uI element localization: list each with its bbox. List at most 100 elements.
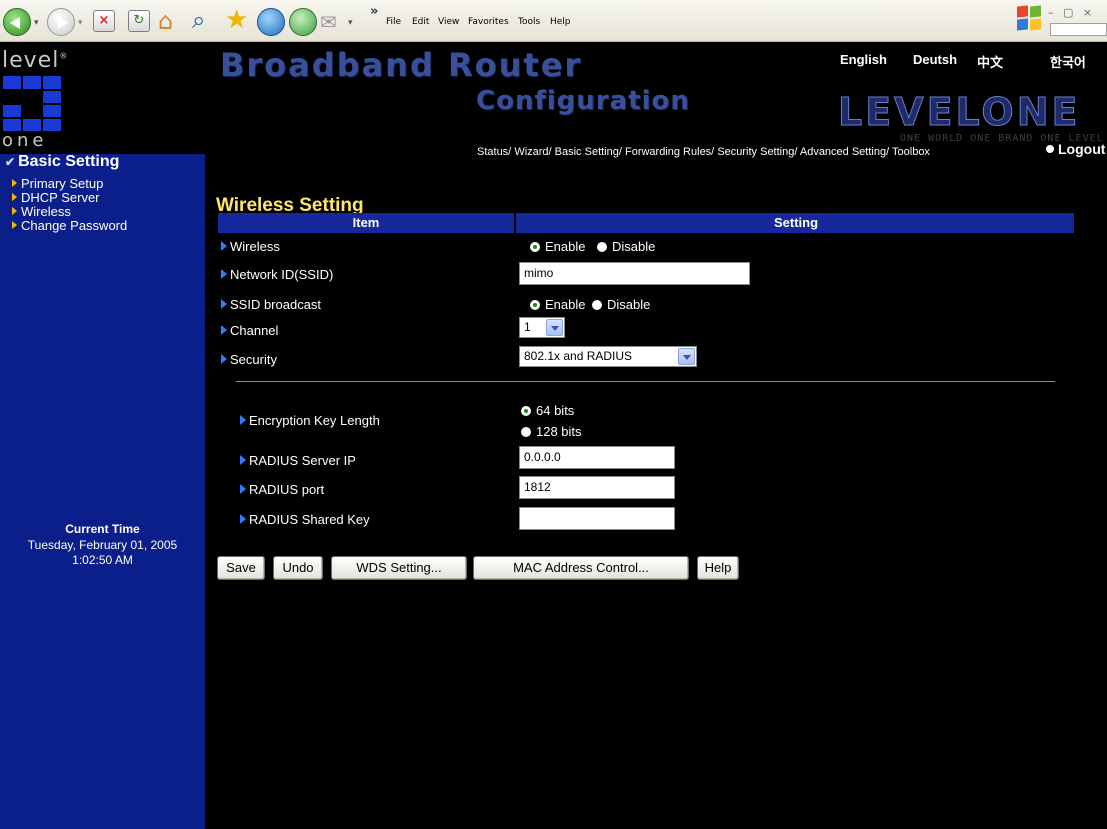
wireless-enable-radio[interactable]: Enable [530, 239, 585, 254]
radius-port-input[interactable]: 1812 [519, 476, 675, 499]
sidebar-item-dhcp-server[interactable]: DHCP Server [12, 191, 100, 204]
keylength-64-radio[interactable]: 64 bits [521, 403, 574, 418]
menu-file[interactable]: File [386, 17, 401, 27]
radio-selected-icon[interactable] [521, 406, 531, 416]
row-label-radius-key: RADIUS Shared Key [240, 512, 370, 527]
section-divider [236, 381, 1055, 382]
row-arrow-icon [221, 325, 227, 335]
chevron-down-icon[interactable] [678, 348, 695, 365]
menu-help[interactable]: Help [550, 17, 571, 27]
check-icon: ✔ [5, 155, 16, 169]
history-icon[interactable] [289, 8, 317, 36]
row-label-radius-port: RADIUS port [240, 482, 324, 497]
lang-english[interactable]: English [840, 52, 887, 67]
nav-status[interactable]: Status/ [477, 146, 511, 158]
toolbar-field[interactable] [1050, 23, 1107, 36]
back-arrow-icon[interactable] [3, 8, 31, 36]
undo-button[interactable]: Undo [273, 556, 323, 580]
channel-select[interactable]: 1 [519, 317, 565, 338]
row-label-channel: Channel [221, 323, 278, 338]
radio-icon[interactable] [521, 427, 531, 437]
current-date: Tuesday, February 01, 2005 [27, 538, 178, 552]
nav-toolbox[interactable]: Toolbox [892, 146, 930, 158]
back-dropdown-icon[interactable]: ▾ [34, 18, 39, 28]
row-arrow-icon [221, 269, 227, 279]
radio-selected-icon[interactable] [530, 242, 540, 252]
lang-korean[interactable]: 한국어 [1050, 52, 1086, 71]
search-icon[interactable]: ⌕ [192, 6, 205, 34]
row-label-radius-ip: RADIUS Server IP [240, 453, 356, 468]
column-header-item: Item [218, 213, 516, 233]
nav-forwarding-rules[interactable]: Forwarding Rules/ [625, 146, 714, 158]
logout-link[interactable]: Logout [1046, 141, 1105, 157]
media-icon[interactable] [257, 8, 285, 36]
triangle-bullet-icon [12, 207, 17, 215]
home-icon[interactable]: ⌂ [158, 7, 173, 35]
sidebar-item-wireless[interactable]: Wireless [12, 205, 71, 218]
nav-wizard[interactable]: Wizard/ [514, 146, 551, 158]
row-arrow-icon [221, 241, 227, 251]
menu-view[interactable]: View [438, 17, 459, 27]
lang-chinese[interactable]: 中文 [977, 52, 1003, 71]
current-time-label: Current Time [65, 522, 140, 536]
settings-table-header: Item Setting [218, 213, 1074, 233]
column-header-setting: Setting [773, 215, 819, 230]
favorites-star-icon[interactable]: ★ [225, 5, 248, 35]
lang-deutsh[interactable]: Deutsh [913, 52, 957, 67]
row-label-security: Security [221, 352, 277, 367]
top-navigation: Status/ Wizard/ Basic Setting/ Forwardin… [477, 146, 930, 158]
forward-arrow-icon[interactable] [47, 8, 75, 36]
sidebar-item-primary-setup[interactable]: Primary Setup [12, 177, 103, 190]
current-clock: 1:02:50 AM [72, 553, 133, 567]
mail-dropdown-icon[interactable]: ▾ [348, 18, 353, 28]
logo-one-text: one [2, 130, 48, 151]
wireless-disable-radio[interactable]: Disable [597, 239, 655, 254]
levelone-brand-logo: LEVELONE [837, 90, 1081, 135]
section-title: ✔ Basic Setting [5, 153, 120, 170]
keylength-128-radio[interactable]: 128 bits [521, 424, 582, 439]
wds-setting-button[interactable]: WDS Setting... [331, 556, 467, 580]
windows-logo-icon [1017, 5, 1043, 32]
mac-address-control-button[interactable]: MAC Address Control... [473, 556, 689, 580]
forward-dropdown-icon[interactable]: ▾ [78, 18, 83, 28]
row-label-ssid-broadcast: SSID broadcast [221, 297, 321, 312]
logo-level-text: level® [2, 48, 69, 73]
chevron-down-icon[interactable] [546, 319, 563, 336]
ssid-input[interactable]: mimo [519, 262, 750, 285]
broadcast-disable-radio[interactable]: Disable [592, 297, 650, 312]
mail-icon[interactable]: ✉ [320, 10, 337, 34]
refresh-icon[interactable]: ↻ [128, 10, 150, 32]
toolbar-overflow-icon[interactable]: » [370, 4, 378, 19]
radius-shared-key-input[interactable] [519, 507, 675, 530]
broadcast-enable-radio[interactable]: Enable [530, 297, 585, 312]
help-button[interactable]: Help [697, 556, 739, 580]
radius-server-ip-input[interactable]: 0.0.0.0 [519, 446, 675, 469]
row-label-key-length: Encryption Key Length [240, 413, 380, 428]
save-button[interactable]: Save [217, 556, 265, 580]
triangle-bullet-icon [12, 193, 17, 201]
brand-subtitle: Configuration [476, 86, 690, 116]
row-label-ssid: Network ID(SSID) [221, 267, 333, 282]
window-controls[interactable]: – ▢ × [1048, 6, 1095, 19]
radio-icon[interactable] [597, 242, 607, 252]
menu-tools[interactable]: Tools [518, 17, 540, 27]
sidebar-item-change-password[interactable]: Change Password [12, 219, 127, 232]
browser-toolbar: ▾ ▾ × ↻ ⌂ ⌕ ★ ✉ ▾ » File Edit View Favor… [0, 0, 1107, 42]
nav-security-setting[interactable]: Security Setting/ [717, 146, 797, 158]
triangle-bullet-icon [12, 221, 17, 229]
nav-basic-setting[interactable]: Basic Setting/ [555, 146, 622, 158]
stop-icon[interactable]: × [93, 10, 115, 32]
brand-title: Broadband Router [220, 46, 583, 84]
row-arrow-icon [240, 484, 246, 494]
row-label-wireless: Wireless [221, 239, 280, 254]
menu-edit[interactable]: Edit [412, 17, 429, 27]
row-arrow-icon [221, 299, 227, 309]
radio-selected-icon[interactable] [530, 300, 540, 310]
row-arrow-icon [240, 415, 246, 425]
security-select[interactable]: 802.1x and RADIUS [519, 346, 697, 367]
row-arrow-icon [240, 514, 246, 524]
menu-favorites[interactable]: Favorites [468, 17, 509, 27]
triangle-bullet-icon [12, 179, 17, 187]
radio-icon[interactable] [592, 300, 602, 310]
nav-advanced-setting[interactable]: Advanced Setting/ [800, 146, 889, 158]
